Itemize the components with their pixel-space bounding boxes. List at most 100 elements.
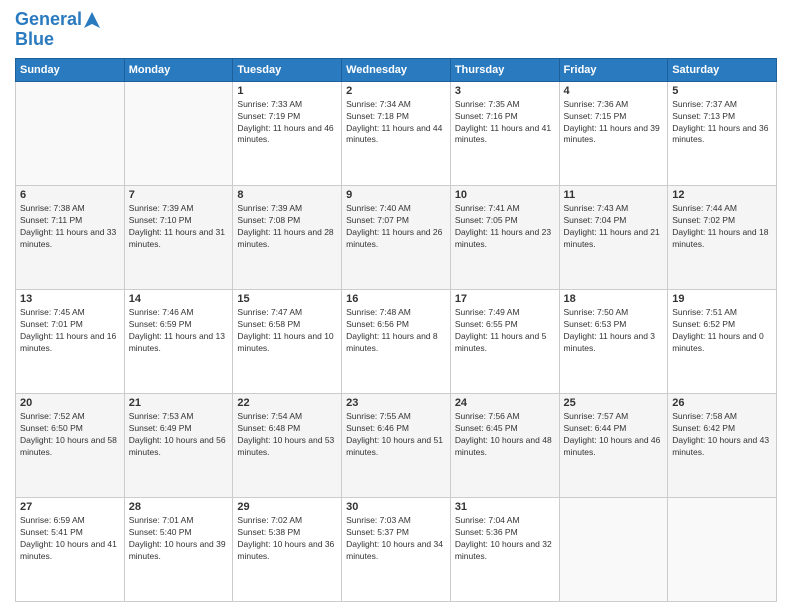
day-info: Sunrise: 7:46 AM Sunset: 6:59 PM Dayligh… — [129, 307, 229, 355]
day-number: 21 — [129, 397, 229, 409]
calendar-table: SundayMondayTuesdayWednesdayThursdayFrid… — [15, 58, 777, 602]
day-info: Sunrise: 7:02 AM Sunset: 5:38 PM Dayligh… — [237, 515, 337, 563]
day-number: 14 — [129, 293, 229, 305]
week-row-2: 13 Sunrise: 7:45 AM Sunset: 7:01 PM Dayli… — [16, 289, 777, 393]
day-number: 28 — [129, 501, 229, 513]
day-info: Sunrise: 7:45 AM Sunset: 7:01 PM Dayligh… — [20, 307, 120, 355]
week-row-3: 20 Sunrise: 7:52 AM Sunset: 6:50 PM Dayli… — [16, 393, 777, 497]
day-info: Sunrise: 7:41 AM Sunset: 7:05 PM Dayligh… — [455, 203, 555, 251]
week-row-0: 1 Sunrise: 7:33 AM Sunset: 7:19 PM Daylig… — [16, 81, 777, 185]
day-number: 22 — [237, 397, 337, 409]
calendar-cell: 10Sunrise: 7:41 AM Sunset: 7:05 PM Dayli… — [450, 185, 559, 289]
day-number: 19 — [672, 293, 772, 305]
day-info: Sunrise: 7:49 AM Sunset: 6:55 PM Dayligh… — [455, 307, 555, 355]
day-number: 12 — [672, 189, 772, 201]
day-number: 2 — [346, 85, 446, 97]
calendar-cell: 11 Sunrise: 7:43 AM Sunset: 7:04 PM Dayli… — [559, 185, 668, 289]
weekday-thursday: Thursday — [450, 58, 559, 81]
calendar-cell: 25 Sunrise: 7:57 AM Sunset: 6:44 PM Dayli… — [559, 393, 668, 497]
day-info: Sunrise: 7:38 AM Sunset: 7:11 PM Dayligh… — [20, 203, 120, 251]
day-number: 31 — [455, 501, 555, 513]
calendar-cell: 15 Sunrise: 7:47 AM Sunset: 6:58 PM Dayli… — [233, 289, 342, 393]
day-number: 11 — [564, 189, 664, 201]
day-number: 24 — [455, 397, 555, 409]
weekday-monday: Monday — [124, 58, 233, 81]
day-info: Sunrise: 7:47 AM Sunset: 6:58 PM Dayligh… — [237, 307, 337, 355]
calendar-cell: 27 Sunrise: 6:59 AM Sunset: 5:41 PM Dayli… — [16, 497, 125, 601]
calendar-cell: 4 Sunrise: 7:36 AM Sunset: 7:15 PM Daylig… — [559, 81, 668, 185]
calendar-cell: 20 Sunrise: 7:52 AM Sunset: 6:50 PM Dayli… — [16, 393, 125, 497]
weekday-header-row: SundayMondayTuesdayWednesdayThursdayFrid… — [16, 58, 777, 81]
calendar-cell: 2Sunrise: 7:34 AM Sunset: 7:18 PM Daylig… — [342, 81, 451, 185]
day-number: 25 — [564, 397, 664, 409]
logo-text: General — [15, 10, 82, 30]
calendar-cell: 29 Sunrise: 7:02 AM Sunset: 5:38 PM Dayli… — [233, 497, 342, 601]
day-number: 27 — [20, 501, 120, 513]
calendar-cell — [559, 497, 668, 601]
day-info: Sunrise: 7:57 AM Sunset: 6:44 PM Dayligh… — [564, 411, 664, 459]
day-info: Sunrise: 7:55 AM Sunset: 6:46 PM Dayligh… — [346, 411, 446, 459]
day-info: Sunrise: 7:58 AM Sunset: 6:42 PM Dayligh… — [672, 411, 772, 459]
calendar-cell: 9 Sunrise: 7:40 AM Sunset: 7:07 PM Daylig… — [342, 185, 451, 289]
logo-text2: Blue — [15, 30, 102, 50]
day-number: 17 — [455, 293, 555, 305]
day-info: Sunrise: 7:52 AM Sunset: 6:50 PM Dayligh… — [20, 411, 120, 459]
day-number: 8 — [237, 189, 337, 201]
day-number: 23 — [346, 397, 446, 409]
calendar-cell: 7 Sunrise: 7:39 AM Sunset: 7:10 PM Daylig… — [124, 185, 233, 289]
day-number: 29 — [237, 501, 337, 513]
day-info: Sunrise: 7:56 AM Sunset: 6:45 PM Dayligh… — [455, 411, 555, 459]
calendar-cell: 13 Sunrise: 7:45 AM Sunset: 7:01 PM Dayli… — [16, 289, 125, 393]
calendar-cell: 8 Sunrise: 7:39 AM Sunset: 7:08 PM Daylig… — [233, 185, 342, 289]
calendar-cell: 26Sunrise: 7:58 AM Sunset: 6:42 PM Dayli… — [668, 393, 777, 497]
day-number: 7 — [129, 189, 229, 201]
weekday-tuesday: Tuesday — [233, 58, 342, 81]
calendar-cell: 14 Sunrise: 7:46 AM Sunset: 6:59 PM Dayli… — [124, 289, 233, 393]
day-info: Sunrise: 7:36 AM Sunset: 7:15 PM Dayligh… — [564, 99, 664, 147]
day-info: Sunrise: 7:33 AM Sunset: 7:19 PM Dayligh… — [237, 99, 337, 147]
day-info: Sunrise: 7:39 AM Sunset: 7:10 PM Dayligh… — [129, 203, 229, 251]
calendar-cell: 3Sunrise: 7:35 AM Sunset: 7:16 PM Daylig… — [450, 81, 559, 185]
logo-icon — [82, 10, 102, 30]
page-header: General Blue — [15, 10, 777, 50]
weekday-friday: Friday — [559, 58, 668, 81]
calendar-cell: 17 Sunrise: 7:49 AM Sunset: 6:55 PM Dayli… — [450, 289, 559, 393]
day-info: Sunrise: 7:03 AM Sunset: 5:37 PM Dayligh… — [346, 515, 446, 563]
day-info: Sunrise: 7:39 AM Sunset: 7:08 PM Dayligh… — [237, 203, 337, 251]
day-number: 4 — [564, 85, 664, 97]
day-number: 6 — [20, 189, 120, 201]
calendar-cell: 12Sunrise: 7:44 AM Sunset: 7:02 PM Dayli… — [668, 185, 777, 289]
week-row-1: 6 Sunrise: 7:38 AM Sunset: 7:11 PM Daylig… — [16, 185, 777, 289]
day-info: Sunrise: 7:50 AM Sunset: 6:53 PM Dayligh… — [564, 307, 664, 355]
day-number: 18 — [564, 293, 664, 305]
calendar-cell: 22 Sunrise: 7:54 AM Sunset: 6:48 PM Dayli… — [233, 393, 342, 497]
day-info: Sunrise: 7:43 AM Sunset: 7:04 PM Dayligh… — [564, 203, 664, 251]
day-info: Sunrise: 7:01 AM Sunset: 5:40 PM Dayligh… — [129, 515, 229, 563]
weekday-saturday: Saturday — [668, 58, 777, 81]
day-number: 20 — [20, 397, 120, 409]
day-info: Sunrise: 7:35 AM Sunset: 7:16 PM Dayligh… — [455, 99, 555, 147]
day-number: 13 — [20, 293, 120, 305]
calendar-cell: 23 Sunrise: 7:55 AM Sunset: 6:46 PM Dayli… — [342, 393, 451, 497]
day-number: 30 — [346, 501, 446, 513]
day-number: 5 — [672, 85, 772, 97]
day-info: Sunrise: 6:59 AM Sunset: 5:41 PM Dayligh… — [20, 515, 120, 563]
calendar-cell: 28 Sunrise: 7:01 AM Sunset: 5:40 PM Dayli… — [124, 497, 233, 601]
day-number: 15 — [237, 293, 337, 305]
calendar-cell: 21 Sunrise: 7:53 AM Sunset: 6:49 PM Dayli… — [124, 393, 233, 497]
day-info: Sunrise: 7:40 AM Sunset: 7:07 PM Dayligh… — [346, 203, 446, 251]
day-info: Sunrise: 7:37 AM Sunset: 7:13 PM Dayligh… — [672, 99, 772, 147]
calendar-cell: 31Sunrise: 7:04 AM Sunset: 5:36 PM Dayli… — [450, 497, 559, 601]
day-info: Sunrise: 7:54 AM Sunset: 6:48 PM Dayligh… — [237, 411, 337, 459]
logo: General Blue — [15, 10, 102, 50]
day-info: Sunrise: 7:53 AM Sunset: 6:49 PM Dayligh… — [129, 411, 229, 459]
week-row-4: 27 Sunrise: 6:59 AM Sunset: 5:41 PM Dayli… — [16, 497, 777, 601]
day-number: 1 — [237, 85, 337, 97]
calendar-cell: 6 Sunrise: 7:38 AM Sunset: 7:11 PM Daylig… — [16, 185, 125, 289]
calendar-cell — [668, 497, 777, 601]
day-info: Sunrise: 7:48 AM Sunset: 6:56 PM Dayligh… — [346, 307, 446, 355]
calendar-cell: 16Sunrise: 7:48 AM Sunset: 6:56 PM Dayli… — [342, 289, 451, 393]
day-number: 9 — [346, 189, 446, 201]
calendar-cell: 30 Sunrise: 7:03 AM Sunset: 5:37 PM Dayli… — [342, 497, 451, 601]
calendar-cell: 24 Sunrise: 7:56 AM Sunset: 6:45 PM Dayli… — [450, 393, 559, 497]
